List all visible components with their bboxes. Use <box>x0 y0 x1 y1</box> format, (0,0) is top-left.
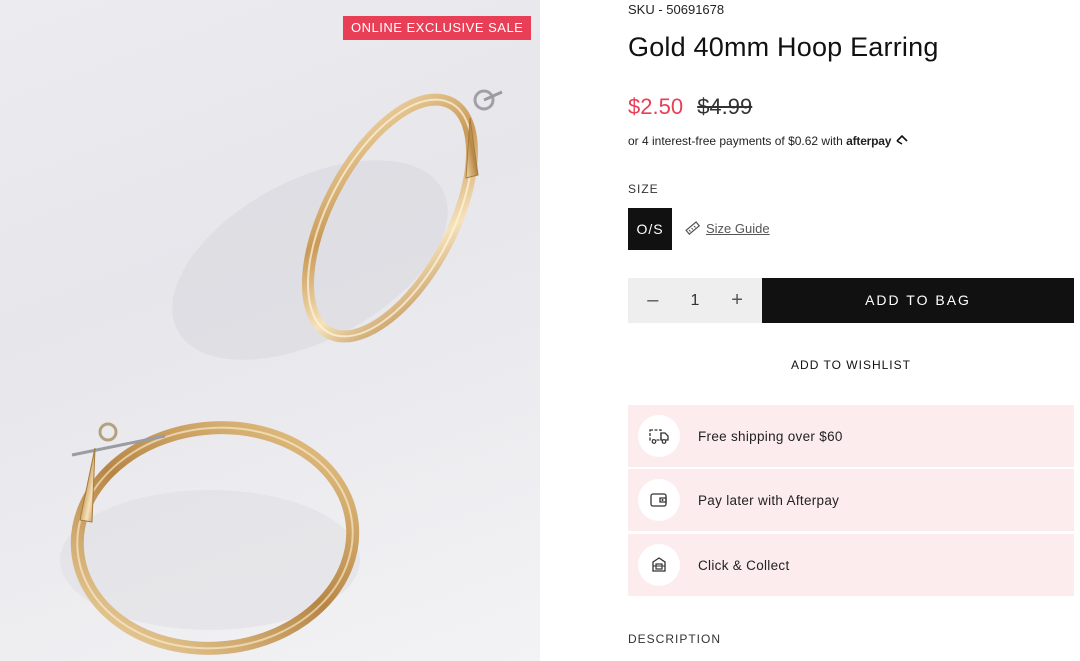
afterpay-logo[interactable]: afterpay <box>846 134 891 148</box>
size-guide-link[interactable]: Size Guide <box>684 220 770 236</box>
perk-afterpay: Pay later with Afterpay <box>628 469 1074 531</box>
wallet-icon <box>638 479 680 521</box>
size-label: SIZE <box>628 182 659 196</box>
product-sku: SKU - 50691678 <box>628 2 725 17</box>
add-to-wishlist-button[interactable]: ADD TO WISHLIST <box>628 358 1074 372</box>
original-price: $4.99 <box>697 94 753 119</box>
description-heading[interactable]: DESCRIPTION <box>628 632 721 646</box>
add-to-bag-button[interactable]: ADD TO BAG <box>762 278 1074 323</box>
hoop-earrings-illustration <box>60 89 503 655</box>
quantity-stepper: – 1 + <box>628 278 762 323</box>
increase-quantity-button[interactable]: + <box>725 289 749 312</box>
sale-badge: ONLINE EXCLUSIVE SALE <box>343 16 532 40</box>
perk-free-shipping: Free shipping over $60 <box>628 405 1074 467</box>
perk-label: Click & Collect <box>698 557 790 573</box>
quantity-value[interactable]: 1 <box>691 292 700 310</box>
product-image[interactable]: ONLINE EXCLUSIVE SALE <box>0 0 540 661</box>
afterpay-arrows-icon <box>895 134 908 145</box>
afterpay-text: or 4 interest-free payments of $0.62 wit… <box>628 134 843 148</box>
perk-label: Free shipping over $60 <box>698 428 843 444</box>
product-title: Gold 40mm Hoop Earring <box>628 32 939 62</box>
truck-icon <box>638 415 680 457</box>
perk-label: Pay later with Afterpay <box>698 492 840 508</box>
price-row: $2.50 $4.99 <box>628 94 752 120</box>
store-icon <box>638 544 680 586</box>
afterpay-message: or 4 interest-free payments of $0.62 wit… <box>628 134 909 148</box>
size-option-os[interactable]: O/S <box>628 208 672 250</box>
decrease-quantity-button[interactable]: – <box>641 289 665 312</box>
ruler-icon <box>685 221 700 236</box>
size-guide-label: Size Guide <box>706 220 770 236</box>
sale-price: $2.50 <box>628 94 684 119</box>
perk-click-collect: Click & Collect <box>628 534 1074 596</box>
